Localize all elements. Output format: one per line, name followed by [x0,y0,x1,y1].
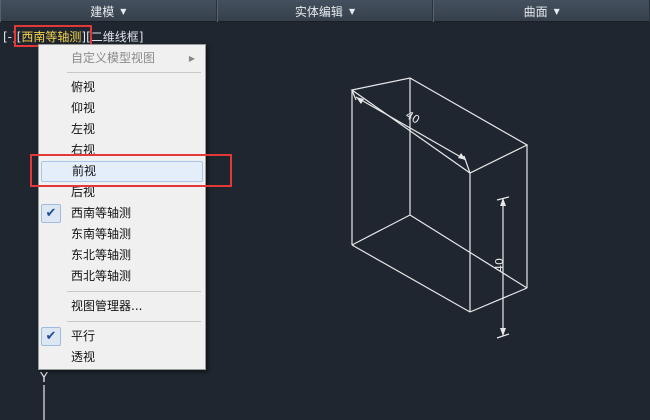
box-edge [469,287,528,313]
check-icon: ✔ [41,204,61,223]
menu-separator [67,72,201,73]
menu-item-label: 视图管理器... [71,299,143,313]
menu-item-nw-isometric[interactable]: 西北等轴测 [39,266,205,287]
menu-item-label: 东南等轴测 [71,227,132,241]
box-edge [409,214,528,289]
menu-item-label: 后视 [71,185,96,199]
chevron-right-icon: ▶ [188,54,195,63]
dimension-line-top [355,96,467,161]
view-context-menu: 自定义模型视图 ▶ 俯视 仰视 左视 右视 前视 后视 ✔ 西南等轴测 东南等轴测 … [38,44,206,370]
menu-item-label: 仰视 [71,101,96,115]
menu-item-perspective[interactable]: 透视 [39,347,205,368]
menu-item-view-manager[interactable]: 视图管理器... [39,296,205,317]
menu-item-label: 西南等轴测 [71,206,132,220]
menu-item-label: 透视 [71,350,96,364]
dimension-text-top: 40 [403,108,422,126]
menu-item-ne-isometric[interactable]: 东北等轴测 [39,245,205,266]
menu-separator [67,291,201,292]
menu-item-se-isometric[interactable]: 东南等轴测 [39,224,205,245]
menu-item-left[interactable]: 左视 [39,119,205,140]
menu-item-label: 左视 [71,122,96,136]
ucs-y-label: Y [39,371,48,386]
box-edge [351,214,411,246]
menu-item-custom-model-views: 自定义模型视图 ▶ [39,48,205,69]
menu-item-bottom[interactable]: 仰视 [39,98,205,119]
menu-item-label: 平行 [71,329,96,343]
box-edge [351,244,471,313]
dimension-text-side: 40 [493,258,506,272]
menu-separator [67,321,201,322]
menu-item-top[interactable]: 俯视 [39,77,205,98]
annotation-box-front-view [30,154,232,187]
menu-item-label: 自定义模型视图 [71,51,156,65]
menu-item-sw-isometric[interactable]: ✔ 西南等轴测 [39,203,205,224]
menu-item-label: 东北等轴测 [71,248,132,262]
menu-item-label: 俯视 [71,80,96,94]
menu-item-parallel[interactable]: ✔ 平行 [39,326,205,347]
menu-item-label: 西北等轴测 [71,269,132,283]
check-icon: ✔ [41,327,61,346]
box-front-face [350,77,529,174]
